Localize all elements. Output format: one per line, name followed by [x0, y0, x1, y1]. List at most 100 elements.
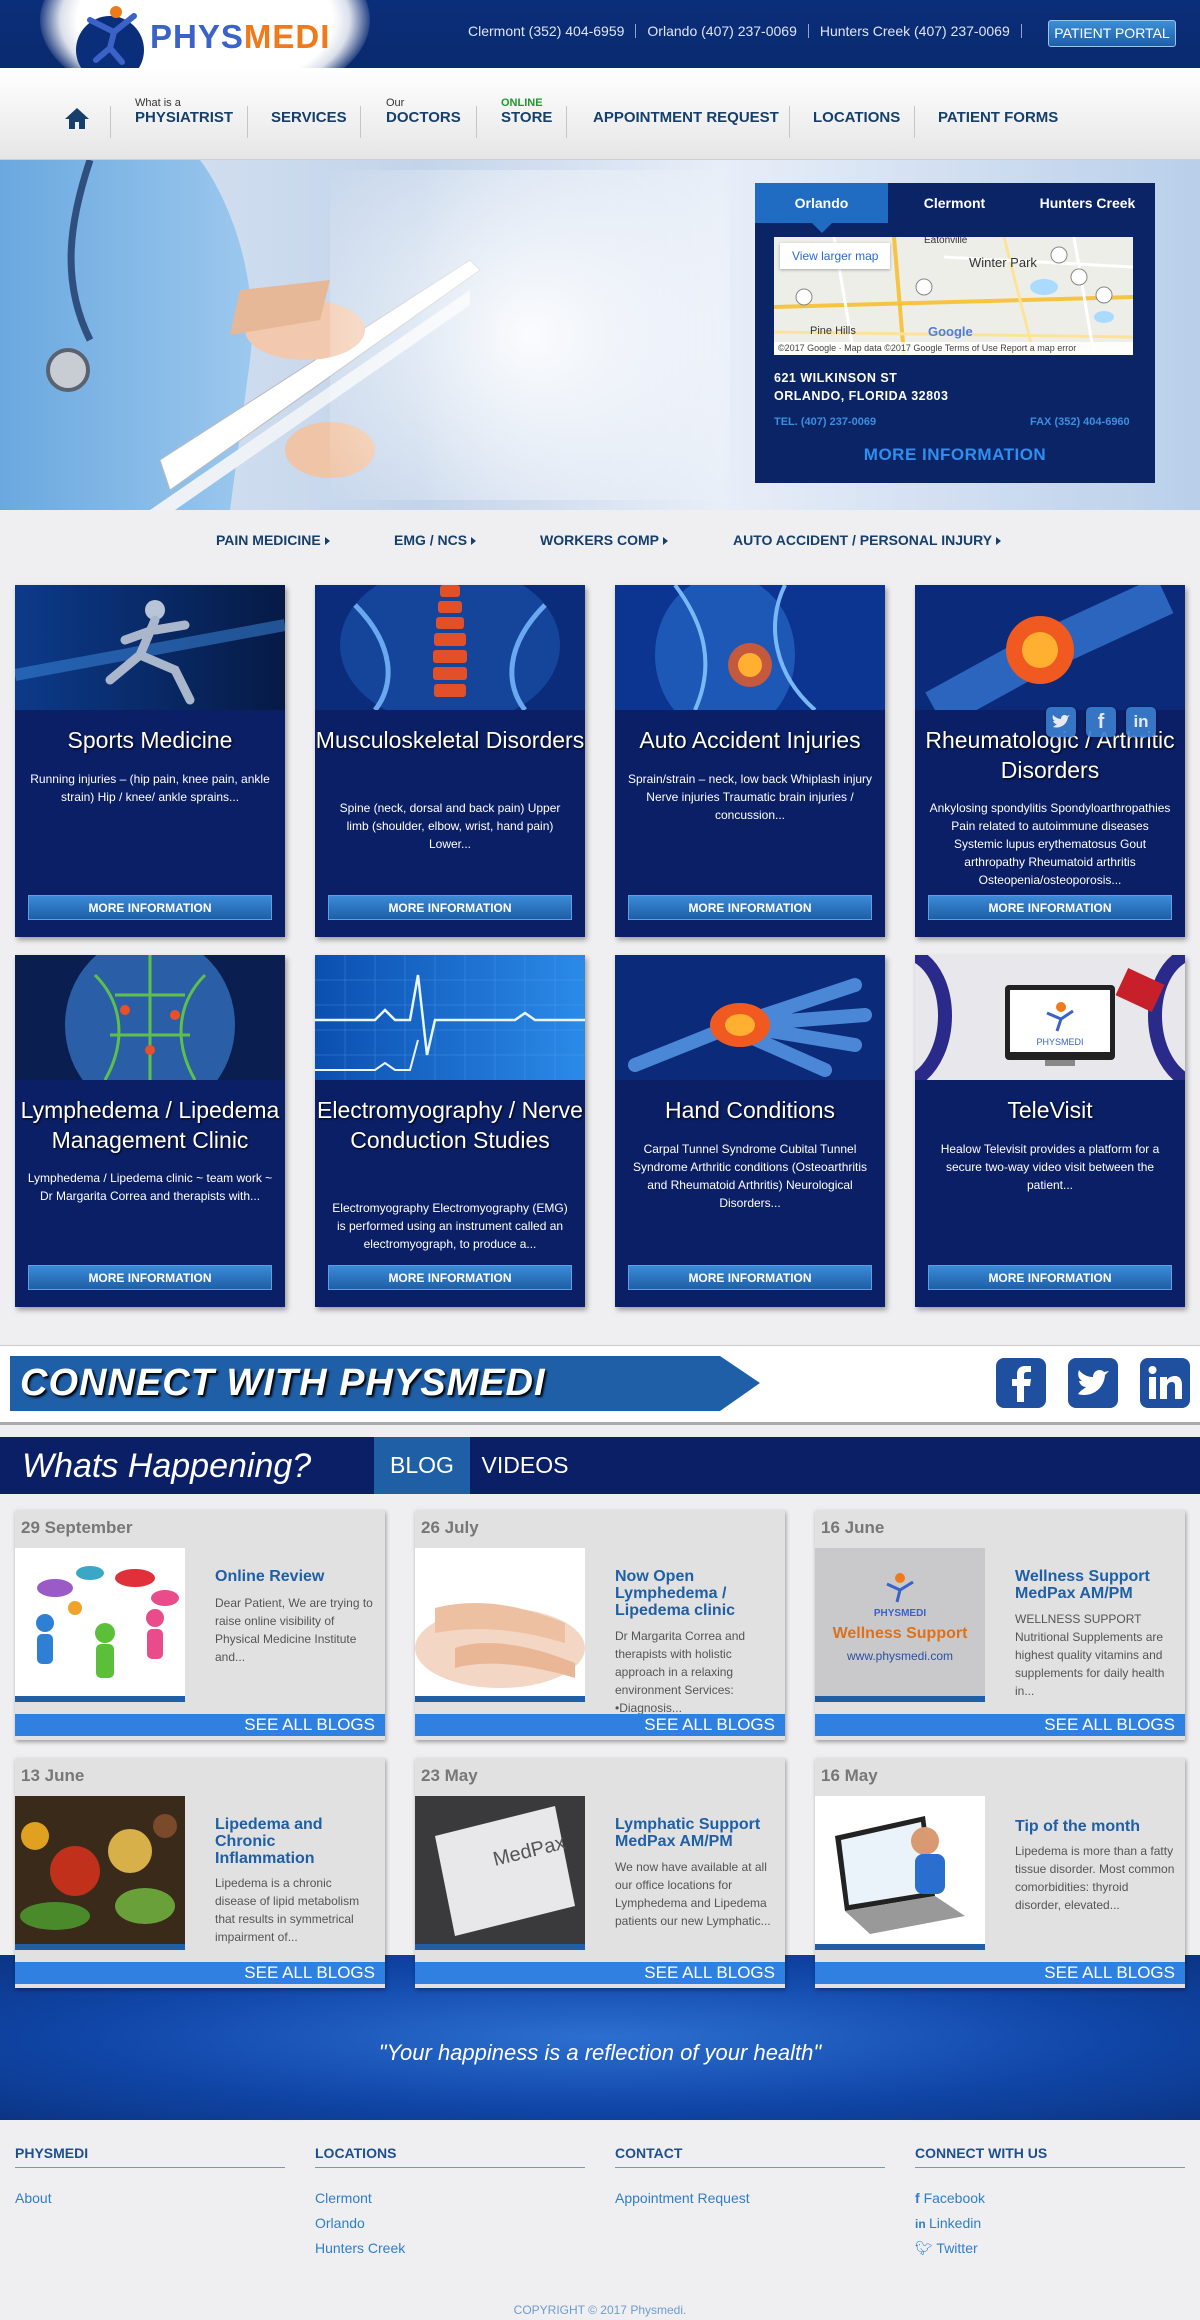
- card-title: Lymphedema / Lipedema Management Clinic: [20, 1097, 280, 1153]
- share-linkedin-icon[interactable]: in: [1126, 707, 1156, 737]
- see-all-blogs-link[interactable]: SEE ALL BLOGS: [815, 1714, 1185, 1736]
- see-all-blogs-link[interactable]: SEE ALL BLOGS: [415, 1962, 785, 1984]
- blog-card[interactable]: 23 May MedPax Lymphatic Support MedPax A…: [415, 1758, 785, 1988]
- footer-link-clermont[interactable]: Clermont: [315, 2190, 372, 2206]
- nav-store-label: STORE: [501, 109, 553, 126]
- twitter-small-icon: 🐦︎: [915, 2240, 937, 2256]
- see-all-blogs-link[interactable]: SEE ALL BLOGS: [415, 1714, 785, 1736]
- nav-home[interactable]: [64, 106, 90, 150]
- footer-link-facebook[interactable]: f Facebook: [915, 2190, 985, 2206]
- footer-heading-locations: LOCATIONS: [315, 2145, 585, 2168]
- footer-link-linkedin[interactable]: in Linkedin: [915, 2215, 981, 2231]
- facebook-small-icon: f: [915, 2190, 924, 2206]
- nav-services[interactable]: SERVICES: [271, 109, 347, 153]
- site-logo[interactable]: PHYSMEDI: [70, 2, 360, 78]
- tab-orlando[interactable]: Orlando: [755, 183, 888, 223]
- nav-patient-forms[interactable]: PATIENT FORMS: [938, 109, 1058, 153]
- footer-link-orlando[interactable]: Orlando: [315, 2215, 365, 2231]
- location-map[interactable]: Eatonville Winter Park Pine Hills Google…: [774, 237, 1133, 355]
- logo-figure-icon: [76, 6, 144, 78]
- link-auto-accident[interactable]: AUTO ACCIDENT / PERSONAL INJURY: [733, 532, 1001, 548]
- map-label-eatonville: Eatonville: [924, 237, 968, 246]
- card-description: Healow Televisit provides a platform for…: [940, 1142, 1160, 1192]
- nav-store[interactable]: ONLINE STORE: [501, 98, 552, 142]
- location-panel: Orlando Clermont Hunters Creek Eatonvill…: [755, 183, 1155, 483]
- runner-image: [15, 585, 285, 710]
- card-more-info-button[interactable]: MORE INFORMATION: [28, 895, 272, 920]
- twitter-bird-icon: [1052, 715, 1070, 728]
- blog-card[interactable]: 13 June Lipedema and Chronic Inflammatio…: [15, 1758, 385, 1988]
- nav-doctors[interactable]: Our DOCTORS: [386, 98, 461, 142]
- blog-card[interactable]: 29 September Online Review Dear Patient,…: [15, 1510, 385, 1740]
- card-more-info-button[interactable]: MORE INFORMATION: [628, 1265, 872, 1290]
- card-more-info-button[interactable]: MORE INFORMATION: [928, 895, 1172, 920]
- blog-title[interactable]: Wellness Support MedPax AM/PM: [1015, 1568, 1175, 1602]
- card-more-info-button[interactable]: MORE INFORMATION: [628, 895, 872, 920]
- blog-card[interactable]: 16 June PHYSMEDI Wellness Support www.phys…: [815, 1510, 1185, 1740]
- tab-hunters-creek[interactable]: Hunters Creek: [1021, 183, 1154, 223]
- blog-title[interactable]: Lipedema and Chronic Inflammation: [215, 1816, 375, 1867]
- footer-link-appointment[interactable]: Appointment Request: [615, 2190, 750, 2206]
- card-more-info-button[interactable]: MORE INFORMATION: [928, 1265, 1172, 1290]
- see-all-blogs-link[interactable]: SEE ALL BLOGS: [815, 1962, 1185, 1984]
- see-all-blogs-link[interactable]: SEE ALL BLOGS: [15, 1962, 385, 1984]
- blog-title[interactable]: Tip of the month: [1015, 1818, 1175, 1835]
- link-pain-medicine[interactable]: PAIN MEDICINE: [216, 532, 330, 548]
- card-description: Lymphedema / Lipedema clinic ~ team work…: [27, 1171, 273, 1203]
- service-card: Hand Conditions Carpal Tunnel Syndrome C…: [615, 955, 885, 1307]
- laptop-doctor-image: [815, 1796, 985, 1944]
- card-title: Electromyography / Nerve Conduction Stud…: [317, 1097, 583, 1153]
- blog-image-bar: [15, 1696, 185, 1702]
- patient-portal-button[interactable]: PATIENT PORTAL: [1048, 20, 1176, 47]
- nav-physiatrist[interactable]: What is a PHYSIATRIST: [135, 98, 233, 142]
- link-emg-ncs[interactable]: EMG / NCS: [394, 532, 476, 548]
- service-card: Sports Medicine Running injuries – (hip …: [15, 585, 285, 937]
- tab-videos[interactable]: VIDEOS: [480, 1437, 570, 1494]
- logo-text: PHYSMEDI: [150, 18, 330, 56]
- card-more-info-button[interactable]: MORE INFORMATION: [328, 895, 572, 920]
- facebook-icon[interactable]: [996, 1358, 1046, 1408]
- nav-physiatrist-label: PHYSIATRIST: [135, 109, 234, 126]
- share-facebook-icon[interactable]: f: [1086, 707, 1116, 737]
- see-all-blogs-link[interactable]: SEE ALL BLOGS: [15, 1714, 385, 1736]
- phone-clermont[interactable]: Clermont (352) 404-6959: [468, 23, 624, 39]
- copyright: COPYRIGHT © 2017 Physmedi.: [513, 2303, 687, 2317]
- tab-clermont[interactable]: Clermont: [888, 183, 1021, 223]
- nav-locations[interactable]: LOCATIONS: [813, 109, 900, 153]
- logo-text-phys: PHYS: [150, 18, 244, 55]
- wellness-title-text: Wellness Support: [833, 1625, 969, 1642]
- linkedin-icon[interactable]: [1140, 1358, 1190, 1408]
- logo-text-medi: MEDI: [243, 18, 331, 55]
- footer-link-about[interactable]: About: [15, 2190, 52, 2206]
- nav-physiatrist-small: What is a: [135, 97, 181, 109]
- map-attribution: ©2017 Google · Map data ©2017 Google Ter…: [774, 342, 1133, 355]
- blog-image-bar: [815, 1944, 985, 1950]
- nav-appointment-request[interactable]: APPOINTMENT REQUEST: [593, 109, 779, 153]
- link-workers-comp[interactable]: WORKERS COMP: [540, 532, 668, 548]
- card-title: Sports Medicine: [67, 727, 233, 753]
- blog-card[interactable]: 26 July Now Open Lymphedema / Lipedema c…: [415, 1510, 785, 1740]
- phone-hunters-creek[interactable]: Hunters Creek (407) 237-0069: [820, 23, 1010, 39]
- tab-blog[interactable]: BLOG: [374, 1437, 470, 1494]
- address-street: 621 WILKINSON ST: [774, 371, 898, 385]
- blog-card[interactable]: 16 May Tip of the month Lipedema is more…: [815, 1758, 1185, 1988]
- card-more-info-button[interactable]: MORE INFORMATION: [328, 1265, 572, 1290]
- footer-linkedin-label: Linkedin: [929, 2215, 982, 2231]
- location-more-info-link[interactable]: MORE INFORMATION: [755, 445, 1155, 465]
- footer-link-hunters-creek[interactable]: Hunters Creek: [315, 2240, 405, 2256]
- footer-link-twitter[interactable]: 🐦︎ Twitter: [915, 2240, 978, 2257]
- location-phone[interactable]: TEL. (407) 237-0069: [774, 416, 876, 428]
- service-card: Rheumatologic / Arthritic Disorders Anky…: [915, 585, 1185, 937]
- neck-image: [615, 585, 885, 710]
- blog-title[interactable]: Online Review: [215, 1568, 375, 1585]
- card-title: Auto Accident Injuries: [639, 727, 861, 753]
- card-description: Carpal Tunnel Syndrome Cubital Tunnel Sy…: [632, 1142, 868, 1210]
- card-more-info-button[interactable]: MORE INFORMATION: [28, 1265, 272, 1290]
- twitter-icon[interactable]: [1068, 1358, 1118, 1408]
- blog-title[interactable]: Now Open Lymphedema / Lipedema clinic: [615, 1568, 775, 1619]
- view-larger-map-button[interactable]: View larger map: [780, 243, 891, 269]
- blog-title[interactable]: Lymphatic Support MedPax AM/PM: [615, 1816, 775, 1850]
- wellness-url-text: www.physmedi.com: [846, 1649, 953, 1663]
- phone-orlando[interactable]: Orlando (407) 237-0069: [647, 23, 796, 39]
- share-twitter-icon[interactable]: [1046, 707, 1076, 737]
